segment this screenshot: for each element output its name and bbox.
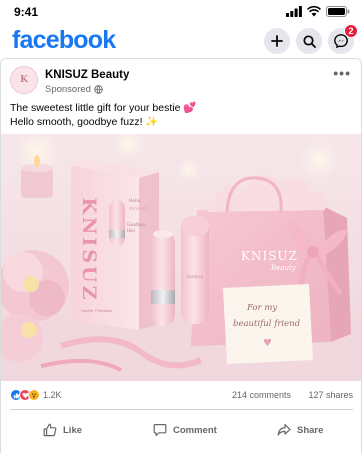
post-stats: 1.2K 214 comments 127 shares [10, 389, 353, 403]
post-caption: The sweetest little gift for your bestie… [10, 102, 197, 128]
signal-icon [286, 5, 302, 17]
comment-button[interactable]: Comment [153, 417, 217, 443]
card-heart: ♥ [263, 338, 272, 349]
search-button[interactable] [296, 28, 322, 54]
battery-icon [326, 5, 350, 17]
like-button[interactable]: Like [43, 417, 82, 443]
product-image[interactable]: KNISUZ Hello Smooth Goodbye Hair Gentle … [1, 134, 361, 381]
share-button[interactable]: Share [277, 417, 323, 443]
svg-text:Beauty: Beauty [270, 264, 297, 272]
wifi-icon [307, 5, 321, 16]
status-bar: 9:41 [0, 0, 362, 24]
svg-text:Hair: Hair [127, 228, 136, 233]
svg-text:KNISUZ: KNISUZ [187, 274, 203, 279]
sponsored-label: Sponsored [45, 84, 103, 95]
sponsored-post: K KNISUZ Beauty Sponsored ••• The sweete… [0, 58, 362, 453]
card-line-2: beautiful friend [233, 319, 301, 329]
svg-text:Hello: Hello [129, 198, 141, 204]
more-options-button[interactable]: ••• [333, 65, 351, 81]
product-photo-illustration: KNISUZ Hello Smooth Goodbye Hair Gentle … [1, 134, 361, 381]
messenger-badge: 2 [344, 24, 358, 38]
post-actions: Like Comment Share [1, 417, 361, 443]
bag-brand-text: KNISUZ [241, 249, 298, 263]
box-brand-text: KNISUZ [78, 198, 100, 303]
thumbs-up-icon [43, 423, 57, 437]
reaction-count: 1.2K [43, 390, 62, 400]
like-label: Like [63, 424, 83, 436]
avatar-logo-text: K [20, 75, 28, 85]
search-icon [302, 34, 316, 48]
plus-icon [271, 35, 283, 47]
shares-count[interactable]: 127 shares [308, 390, 353, 400]
reactions-summary[interactable]: 1.2K [10, 389, 62, 401]
share-label: Share [297, 424, 324, 436]
app-header: facebook 2 [0, 24, 362, 58]
comments-count[interactable]: 214 comments [232, 390, 291, 400]
svg-text:Goodbye: Goodbye [127, 222, 145, 227]
divider [10, 409, 353, 410]
comment-icon [153, 424, 167, 436]
wow-reaction-icon [28, 389, 40, 401]
messenger-button[interactable]: 2 [328, 24, 358, 54]
svg-text:Gentle • Painless: Gentle • Painless [81, 309, 112, 313]
facebook-logo[interactable]: facebook [12, 26, 116, 55]
share-icon [277, 424, 291, 436]
card-line-1: For my [246, 303, 277, 313]
create-button[interactable] [264, 28, 290, 54]
globe-icon [94, 85, 103, 94]
page-name[interactable]: KNISUZ Beauty [45, 69, 129, 81]
page-avatar[interactable]: K [10, 66, 38, 94]
comment-label: Comment [173, 424, 217, 436]
svg-text:Smooth: Smooth [129, 206, 148, 212]
status-time: 9:41 [14, 5, 39, 19]
